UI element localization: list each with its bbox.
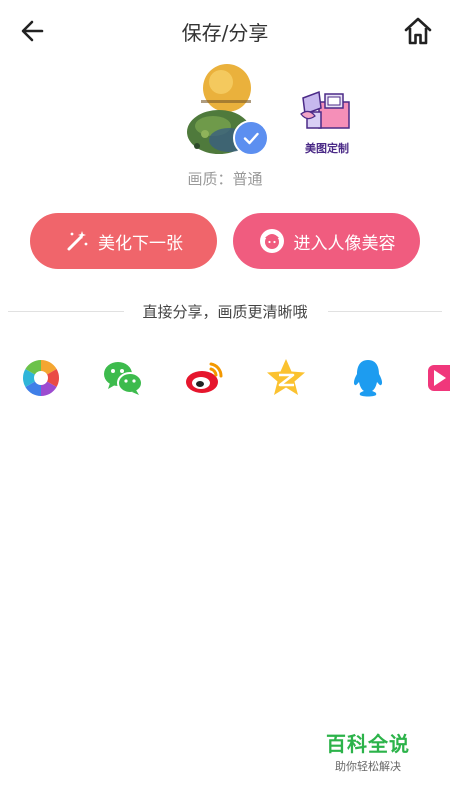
qzone-icon [267,359,305,395]
photo-thumbnail[interactable] [183,62,273,158]
check-icon [243,132,259,145]
wechat-icon [104,362,143,395]
gift-frame-icon [300,90,350,129]
watermark-title: 百科全说 [326,732,410,756]
meitu-custom-label: 美图定制 [305,142,349,155]
portrait-icon [258,227,286,255]
divider-line-right [328,311,442,312]
qq-icon [353,360,383,397]
beautify-next-label: 美化下一张 [98,233,183,254]
share-camera-app[interactable] [19,356,63,400]
watermark-subtitle: 助你轻松解决 [335,760,401,773]
home-icon [404,17,432,45]
meitu-custom-button[interactable]: 美图定制 [292,88,362,158]
share-wechat[interactable] [101,356,145,400]
beautify-next-button[interactable]: 美化下一张 [30,213,217,269]
watermark: 百科全说 助你轻松解决 [318,728,418,774]
share-divider: 直接分享，画质更清晰哦 [0,300,450,322]
selected-check-badge [233,120,269,156]
page-title: 保存/分享 [181,21,269,45]
magic-wand-icon [64,228,90,254]
share-video-app[interactable] [426,356,450,400]
home-button[interactable] [400,14,436,48]
enter-portrait-button[interactable]: 进入人像美容 [233,213,420,269]
weibo-icon [186,362,223,393]
enter-portrait-label: 进入人像美容 [293,233,396,254]
share-targets [0,356,450,402]
share-weibo[interactable] [183,356,227,400]
top-bar: 保存/分享 [0,0,450,62]
share-qq[interactable] [346,356,390,400]
video-app-icon [428,365,450,391]
camera-aperture-icon [22,360,60,396]
quality-label: 画质：普通 [187,170,263,188]
share-qzone[interactable] [264,356,308,400]
